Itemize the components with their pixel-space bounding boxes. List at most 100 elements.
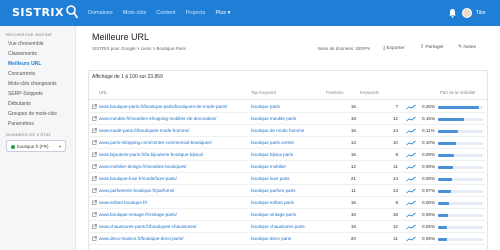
url-link[interactable]: www.mode-paris.fr/boutiques-mode-homme/ (99, 128, 247, 133)
positions-value: 15 (350, 200, 356, 205)
breadcrumb[interactable]: SISTRIX pour Google > Liens > Boutique P… (92, 46, 186, 51)
url-link[interactable]: www.paris-shopping.com/centre-commercial… (99, 140, 247, 145)
sidebar-item-serp-snippets[interactable]: SERP-Snippets (8, 91, 43, 97)
top-keyword-link[interactable]: boutique chaussures paris (251, 224, 333, 229)
top-keyword-link[interactable]: boutique parfum paris (251, 188, 333, 193)
trend-icon[interactable] (406, 116, 416, 122)
nav-domaines[interactable]: Domaines (88, 10, 113, 16)
chevron-down-icon: ▾ (58, 144, 61, 149)
search-icon[interactable] (66, 5, 78, 19)
top-keyword-link[interactable]: boutique mobilier (251, 164, 333, 169)
table-row: www.meuble.fr/meubles-shopping-mobilier-… (88, 113, 488, 125)
sidebar-item-keyword-groups[interactable]: Groupes de mots-clés (8, 111, 57, 117)
results-count: Affichage de 1 à 100 sur 23.859 (92, 74, 163, 80)
table-header-divider (88, 99, 488, 100)
external-link-icon[interactable] (92, 176, 97, 181)
external-link-icon[interactable] (92, 224, 97, 229)
share-button[interactable]: ⇪ Partager (420, 45, 444, 50)
bell-icon[interactable] (448, 8, 457, 18)
country-select[interactable]: boutique.fr (FR) ▾ (6, 140, 66, 152)
external-link-icon[interactable] (92, 152, 97, 157)
trend-icon[interactable] (406, 176, 416, 182)
top-keyword-link[interactable]: boutique paris (251, 104, 333, 109)
export-label: Exporter (386, 46, 405, 51)
visibility-bar-fill (438, 238, 447, 241)
top-keyword-link[interactable]: boutique vintage paris (251, 212, 333, 217)
url-link[interactable]: www.bijouterie-paris.fr/la-bijouterie-bo… (99, 152, 247, 157)
trend-icon[interactable] (406, 140, 416, 146)
nav-plus[interactable]: Plus ▾ (215, 10, 230, 16)
table-row: www.boutique-luxe.fr/mode/luxe-paris/bou… (88, 173, 488, 185)
url-link[interactable]: www.parfumerie-boutique.fr/parfums/ (99, 188, 247, 193)
external-link-icon[interactable] (92, 164, 97, 169)
url-link[interactable]: www.boutique-paris.fr/boutique-paris/bou… (99, 104, 247, 109)
notes-label: Notes (463, 45, 476, 50)
top-keyword-link[interactable]: boutique de mode homme (251, 128, 333, 133)
positions-value: 12 (350, 164, 356, 169)
export-button[interactable]: ⤓ Exporter (383, 45, 405, 51)
url-link[interactable]: www.enfant-boutique.fr/ (99, 200, 247, 205)
external-link-icon[interactable] (92, 104, 97, 109)
visibility-bar (438, 178, 483, 181)
positions-value: 13 (350, 140, 356, 145)
sidebar-item-rankings[interactable]: Classements (8, 51, 37, 57)
top-keyword-link[interactable]: boutique paris centre (251, 140, 333, 145)
top-keyword-link[interactable]: boutique luxe paris (251, 176, 333, 181)
trend-icon[interactable] (406, 128, 416, 134)
sidebar-item-overview[interactable]: Vue d'ensemble (8, 41, 44, 47)
column-header-top-keyword[interactable]: Top Keyword (251, 90, 276, 95)
column-header-visibility-share[interactable]: Part de la Visibilité (440, 90, 475, 95)
url-link[interactable]: www.boutique-vintage.fr/vintage-paris/ (99, 212, 247, 217)
user-name[interactable]: Tibo (476, 10, 486, 16)
positions-value: 15 (350, 152, 356, 157)
nav-projects[interactable]: Projects (186, 10, 206, 16)
trend-icon[interactable] (406, 104, 416, 110)
trend-icon[interactable] (406, 188, 416, 194)
url-link[interactable]: www.chaussures-paris.fr/boutiques-chauss… (99, 224, 247, 229)
sidebar-item-top-urls[interactable]: Meilleurs URL (8, 61, 41, 67)
trend-icon[interactable] (406, 164, 416, 170)
top-keyword-link[interactable]: boutique bijoux paris (251, 152, 333, 157)
external-link-icon[interactable] (92, 200, 97, 205)
trend-icon[interactable] (406, 152, 416, 158)
url-link[interactable]: www.deco-maison.fr/boutique-deco-paris/ (99, 236, 247, 241)
visibility-bar-fill (438, 130, 458, 133)
url-link[interactable]: www.boutique-luxe.fr/mode/luxe-paris/ (99, 176, 247, 181)
top-keyword-link[interactable]: boutique enfant paris (251, 200, 333, 205)
column-header-keywords[interactable]: Keywords (360, 90, 379, 95)
external-link-icon[interactable] (92, 140, 97, 145)
top-keyword-link[interactable]: boutique deco paris (251, 236, 333, 241)
column-header-positions[interactable]: Positions (326, 90, 343, 95)
external-link-icon[interactable] (92, 128, 97, 133)
table-row: www.mobilier-design.fr/meubles-boutiques… (88, 161, 488, 173)
nav-mots-cles[interactable]: Mots-clés (123, 10, 147, 16)
external-link-icon[interactable] (92, 116, 97, 121)
visibility-bar (438, 142, 483, 145)
avatar[interactable] (462, 8, 472, 18)
top-nav: Domaines Mots-clés Content Projects Plus… (88, 10, 230, 16)
sidebar-item-settings[interactable]: Paramètres (8, 121, 34, 127)
visibility-share-value: 0,15% (422, 116, 436, 121)
external-link-icon[interactable] (92, 188, 97, 193)
sidebar (0, 26, 76, 250)
sidebar-item-beginners[interactable]: Débutants (8, 101, 31, 107)
trend-icon[interactable] (406, 224, 416, 230)
trend-icon[interactable] (406, 212, 416, 218)
keywords-value: 11 (393, 236, 398, 241)
url-link[interactable]: www.meuble.fr/meubles-shopping-mobilier-… (99, 116, 247, 121)
table-row: www.boutique-paris.fr/boutique-paris/bou… (88, 101, 488, 113)
external-link-icon[interactable] (92, 212, 97, 217)
notes-button[interactable]: ✎ Notes (458, 45, 476, 50)
sidebar-item-changing-keywords[interactable]: Mots-clés changeants (8, 81, 57, 87)
logo[interactable]: SISTRIX (12, 6, 64, 19)
nav-content[interactable]: Content (156, 10, 175, 16)
column-header-url[interactable]: URL (99, 90, 108, 95)
trend-icon[interactable] (406, 200, 416, 206)
visibility-bar-fill (438, 178, 452, 181)
external-link-icon[interactable] (92, 236, 97, 241)
top-keyword-link[interactable]: boutique meuble paris (251, 116, 333, 121)
table-row: www.boutique-vintage.fr/vintage-paris/bo… (88, 209, 488, 221)
url-link[interactable]: www.mobilier-design.fr/meubles-boutiques… (99, 164, 247, 169)
trend-icon[interactable] (406, 236, 416, 242)
sidebar-item-competitors[interactable]: Concurrents (8, 71, 35, 77)
